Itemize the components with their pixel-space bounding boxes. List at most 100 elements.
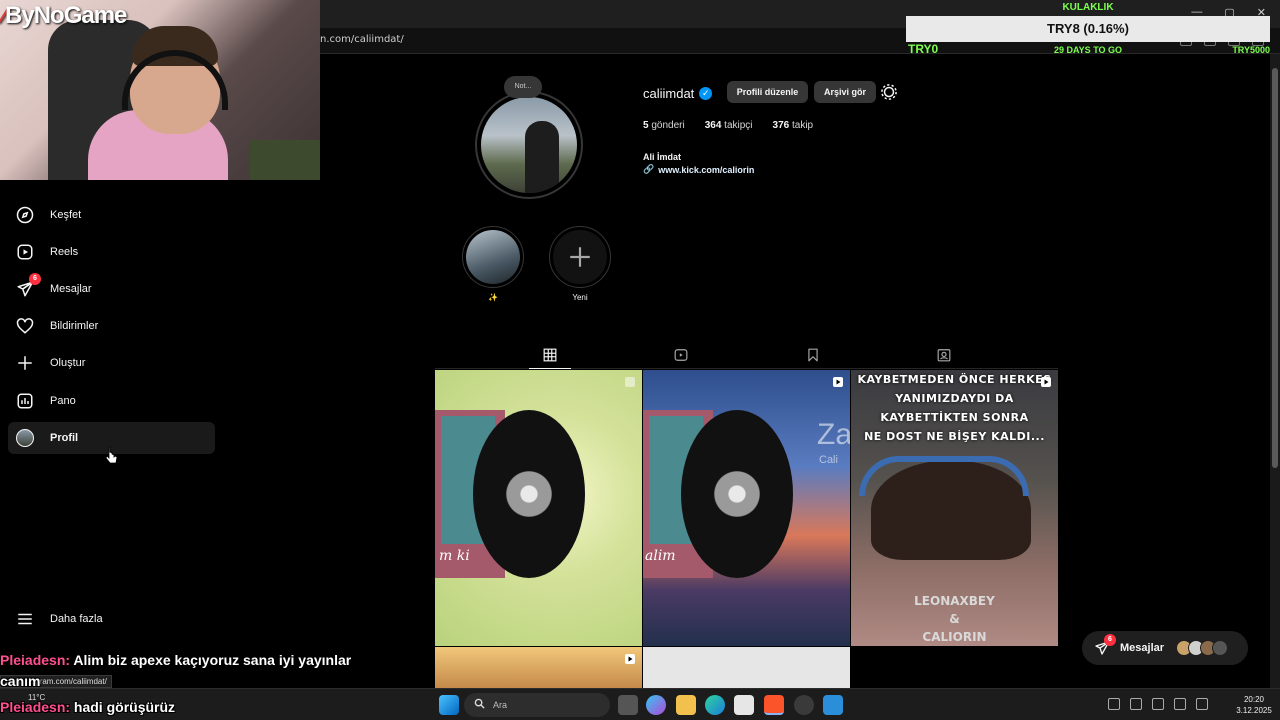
edge-icon[interactable] (705, 695, 725, 715)
messages-label: Mesajlar (1120, 642, 1165, 654)
view-archive-button[interactable]: Arşivi gör (814, 81, 876, 103)
stream-chat-message-cont: canım (0, 673, 41, 689)
mouse-cursor-icon (106, 446, 118, 464)
post-tile[interactable] (435, 647, 642, 688)
chat-text: Alim biz apexe kaçıyoruz sana iyi yayınl… (70, 652, 352, 668)
new-highlight-button[interactable] (549, 226, 611, 288)
sidebar-item-explore[interactable]: Keşfet (8, 199, 215, 231)
windows-taskbar: 11°C Ara 20:20 3.12.2025 (0, 688, 1280, 720)
network-icon[interactable] (1174, 698, 1186, 710)
followers-stat[interactable]: 364 takipçi (705, 120, 753, 131)
desk (250, 140, 320, 180)
profile-full-name: Ali İmdat (643, 152, 682, 162)
photo-person (525, 121, 559, 193)
post-credits: LEONAXBEY & CALIORIN (851, 592, 1058, 646)
highlight-new-cover (553, 230, 607, 284)
sidebar-item-label: Profil (50, 432, 79, 444)
post-tile[interactable]: alim Za Cali (643, 370, 850, 646)
messages-badge: 6 (1104, 634, 1116, 646)
goal-current: TRY0 (908, 42, 939, 56)
plus-icon (570, 247, 590, 267)
task-view-icon[interactable] (618, 695, 638, 715)
dashboard-icon (15, 391, 35, 411)
username-text: caliimdat (643, 86, 695, 101)
file-explorer-icon[interactable] (676, 695, 696, 715)
page-scrollbar[interactable] (1270, 54, 1280, 688)
sidebar-item-create[interactable]: Oluştur (8, 347, 215, 379)
plus-icon (15, 353, 35, 373)
messages-badge: 6 (29, 273, 41, 285)
sidebar-item-label: Pano (50, 395, 76, 407)
note-bubble[interactable]: Not... (504, 76, 542, 98)
chat-username: Pleiadesn: (0, 699, 71, 715)
post-tile[interactable] (643, 647, 850, 688)
system-tray (1108, 698, 1208, 710)
tray-app-icon[interactable] (1130, 698, 1142, 710)
post-overlay-text: alim (645, 548, 676, 564)
credit-line: & (949, 612, 960, 626)
goal-target: TRY5000 (1232, 45, 1270, 55)
obs-icon[interactable] (794, 695, 814, 715)
heart-icon (15, 316, 35, 336)
avatar-icon (15, 428, 35, 448)
gear-icon[interactable] (880, 83, 898, 101)
sidebar-item-more[interactable]: Daha fazla (8, 603, 215, 635)
taskbar-clock[interactable]: 20:20 3.12.2025 (1232, 694, 1276, 716)
bookmark-icon (808, 348, 818, 362)
sidebar-item-label: Keşfet (50, 209, 82, 221)
goal-days-left: 29 DAYS TO GO (1054, 45, 1123, 55)
bio-link[interactable]: 🔗 www.kick.com/caliorin (643, 164, 754, 175)
more-dots-icon (1212, 640, 1228, 656)
link-icon: 🔗 (643, 164, 655, 174)
messages-floating-button[interactable]: 6 Mesajlar (1082, 631, 1248, 665)
credit-line: LEONAXBEY (914, 594, 995, 608)
stream-chat-message: Pleiadesn: hadi görüşürüz (0, 699, 175, 715)
scrollbar-thumb[interactable] (1272, 68, 1278, 468)
brand-logo: ⁄ByNoGame (2, 2, 127, 29)
bio-link-text[interactable]: www.kick.com/caliorin (658, 165, 754, 175)
mic-icon[interactable] (1152, 698, 1164, 710)
post-tile[interactable]: m ki (435, 370, 642, 646)
caption-line: NE DOST NE BİŞEY KALDI... (864, 430, 1045, 443)
tray-app-icon[interactable] (1108, 698, 1120, 710)
tab-reels[interactable] (666, 343, 696, 367)
post-overlay-text: m ki (439, 548, 470, 564)
brave-browser-icon[interactable] (764, 695, 784, 715)
posts-stat: 5 gönderi (643, 120, 685, 131)
following-stat[interactable]: 376 takip (773, 120, 814, 131)
url-text[interactable]: n.com/caliimdat/ (320, 34, 404, 45)
story-highlight[interactable] (462, 226, 524, 288)
volume-icon[interactable] (1196, 698, 1208, 710)
sidebar-item-notifications[interactable]: Bildirimler (8, 310, 215, 342)
credit-line: CALIORIN (922, 630, 987, 644)
store-icon[interactable] (734, 695, 754, 715)
sidebar-item-reels[interactable]: Reels (8, 236, 215, 268)
copilot-icon[interactable] (646, 695, 666, 715)
chat-text: hadi görüşürüz (70, 699, 176, 715)
post-tile[interactable]: KAYBETMEDEN ÖNCE HERKES YANIMIZDAYDI DA … (851, 370, 1058, 646)
highlight-label: ✨ (488, 293, 498, 302)
edit-profile-button[interactable]: Profili düzenle (727, 81, 808, 103)
start-icon[interactable] (439, 695, 459, 715)
tab-posts[interactable] (529, 343, 571, 369)
recent-chat-avatars (1176, 640, 1228, 656)
reel-indicator-icon (625, 377, 635, 387)
search-placeholder: Ara (493, 700, 508, 710)
highlight-cover (466, 230, 520, 284)
sidebar-item-label: Mesajlar (50, 283, 92, 295)
clock-date: 3.12.2025 (1236, 706, 1272, 715)
compass-icon (15, 205, 35, 225)
sidebar-item-messages[interactable]: 6 Mesajlar (8, 273, 215, 305)
profile-photo (481, 97, 577, 193)
profile-avatar[interactable] (475, 91, 583, 199)
sidebar-item-dashboard[interactable]: Pano (8, 385, 215, 417)
hamburger-icon (15, 609, 35, 629)
tab-saved[interactable] (798, 343, 828, 367)
tab-tagged[interactable] (929, 343, 959, 367)
reel-indicator-icon (1041, 377, 1051, 387)
post-caption: KAYBETMEDEN ÖNCE HERKES YANIMIZDAYDI DA … (851, 370, 1058, 446)
app-icon[interactable] (823, 695, 843, 715)
caption-line: YANIMIZDAYDI DA (895, 392, 1014, 405)
sidebar-item-label: Oluştur (50, 357, 86, 369)
taskbar-search[interactable]: Ara (464, 693, 610, 717)
